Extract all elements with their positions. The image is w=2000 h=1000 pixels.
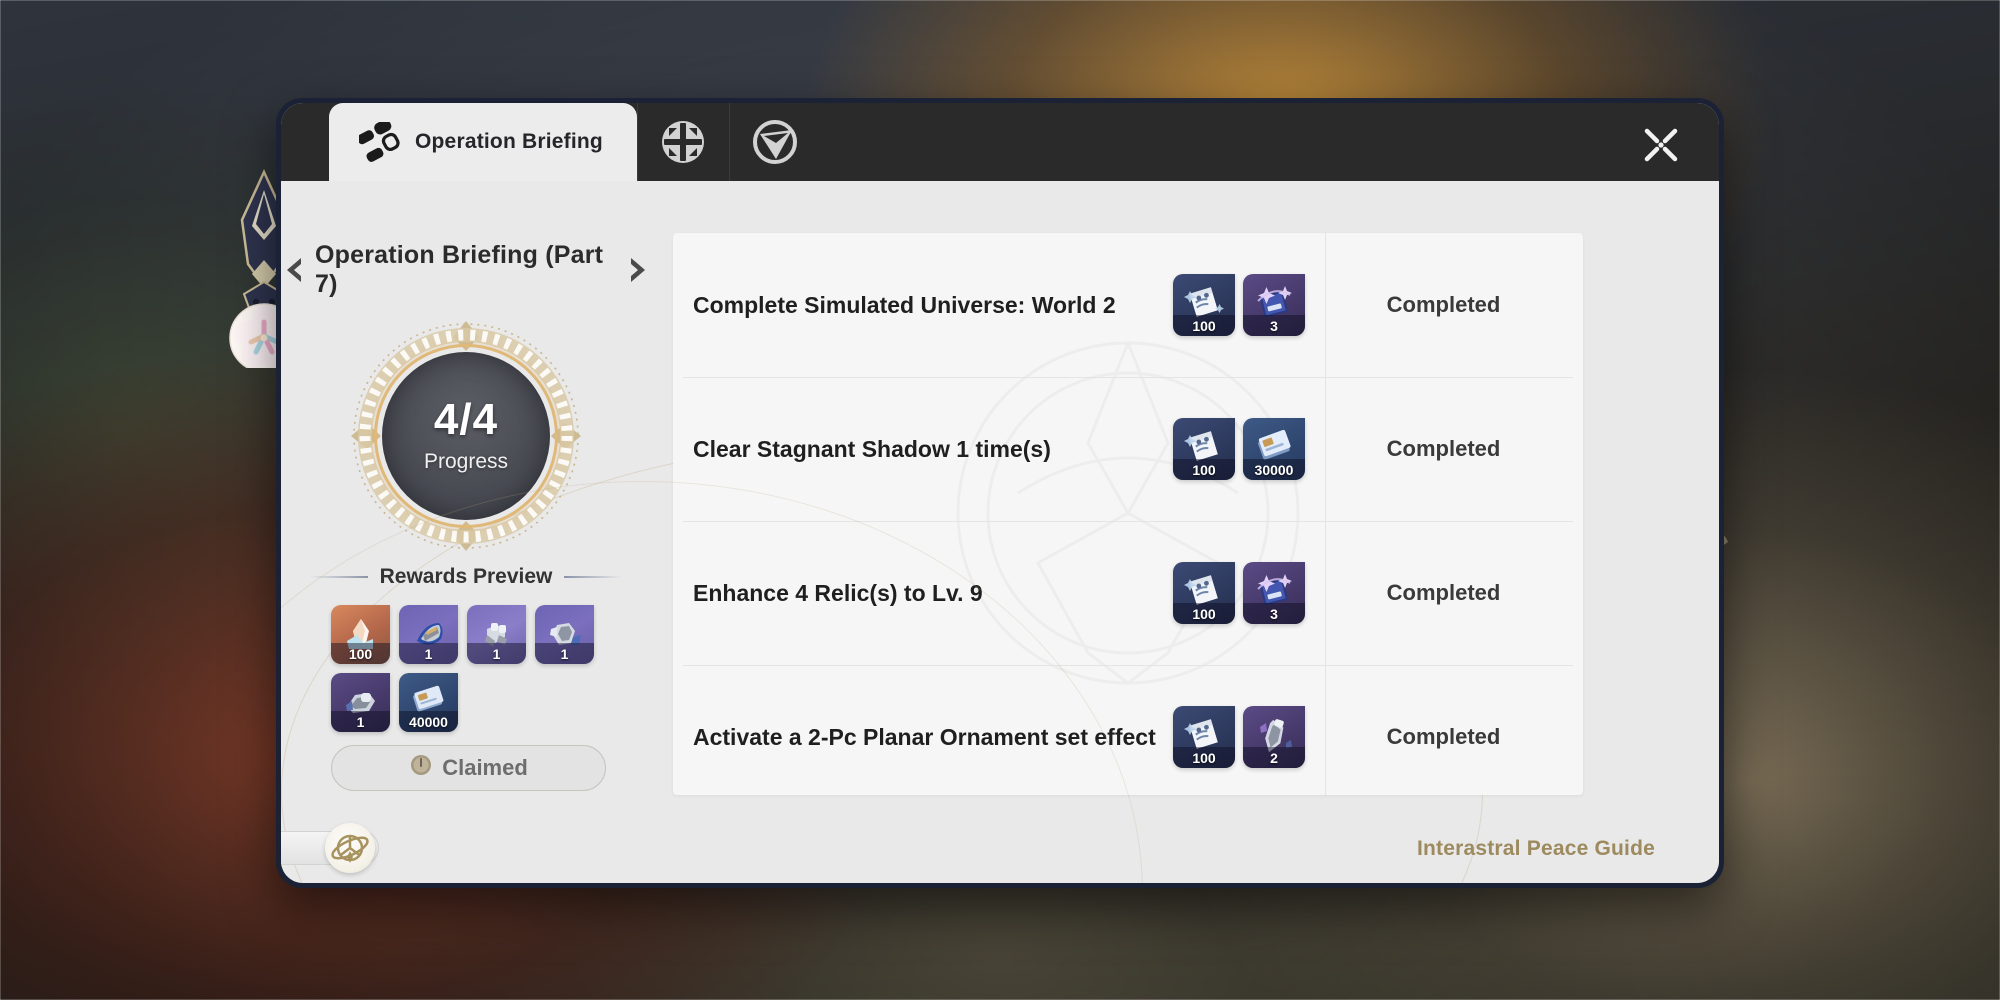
left-panel: Operation Briefing (Part 7): [281, 181, 651, 883]
reward-item[interactable]: 2: [1243, 706, 1305, 768]
status-badge: Completed: [1325, 665, 1561, 795]
window-body: Operation Briefing (Part 7): [281, 181, 1719, 883]
reward-item[interactable]: 100: [1173, 562, 1235, 624]
status-badge: Completed: [1325, 233, 1561, 377]
chevron-right-icon[interactable]: [627, 256, 651, 284]
progress-dial: 4/4 Progress: [351, 321, 581, 551]
rewards-preview-grid: 100 1: [331, 605, 601, 732]
divider-right: [564, 576, 622, 578]
close-button[interactable]: [1633, 117, 1689, 173]
tab-trailblaze[interactable]: [729, 103, 821, 181]
tab-compass[interactable]: [637, 103, 729, 181]
table-row[interactable]: Complete Simulated Universe: World 2: [673, 233, 1583, 377]
chevron-left-icon[interactable]: [281, 256, 305, 284]
reward-item[interactable]: 3: [1243, 274, 1305, 336]
reward-qty: 1: [399, 643, 458, 664]
table-row[interactable]: Activate a 2-Pc Planar Ornament set effe…: [673, 665, 1583, 795]
compass-rose-icon: [660, 119, 706, 165]
reward-item[interactable]: 100: [1173, 706, 1235, 768]
reward-qty: 3: [1243, 315, 1305, 336]
reward-item[interactable]: 1: [331, 673, 390, 732]
task-rewards: 100: [1173, 706, 1305, 768]
planet-orbit-icon[interactable]: [325, 823, 375, 873]
pager: Operation Briefing (Part 7): [281, 241, 651, 299]
reward-qty: 2: [1243, 747, 1305, 768]
reward-item[interactable]: 30000: [1243, 418, 1305, 480]
reward-item[interactable]: 1: [399, 605, 458, 664]
rewards-preview-header: Rewards Preview: [281, 565, 651, 589]
reward-qty: 100: [1173, 315, 1235, 336]
reward-qty: 1: [331, 711, 390, 732]
footnote-label: Interastral Peace Guide: [1417, 837, 1655, 861]
reward-qty: 30000: [1243, 459, 1305, 480]
reward-item[interactable]: 100: [331, 605, 390, 664]
reward-item[interactable]: 1: [467, 605, 526, 664]
rewards-preview-title: Rewards Preview: [380, 565, 553, 589]
tab-operation-briefing[interactable]: Operation Briefing: [329, 103, 637, 181]
pager-title: Operation Briefing (Part 7): [315, 241, 617, 299]
tab-label-operation-briefing: Operation Briefing: [415, 130, 637, 154]
reward-qty: 100: [331, 643, 390, 664]
claim-button[interactable]: Claimed: [331, 745, 606, 791]
briefing-blocks-icon: [329, 122, 415, 162]
trailblaze-arrow-icon: [752, 119, 798, 165]
reward-item[interactable]: 40000: [399, 673, 458, 732]
table-row[interactable]: Clear Stagnant Shadow 1 time(s): [673, 377, 1583, 521]
reward-item[interactable]: 1: [535, 605, 594, 664]
task-rewards: 100: [1173, 562, 1305, 624]
task-rewards: 100: [1173, 418, 1305, 480]
table-row[interactable]: Enhance 4 Relic(s) to Lv. 9: [673, 521, 1583, 665]
status-badge: Completed: [1325, 377, 1561, 521]
reward-item[interactable]: 100: [1173, 418, 1235, 480]
reward-qty: 100: [1173, 459, 1235, 480]
task-list: Complete Simulated Universe: World 2: [673, 233, 1583, 795]
close-x-icon: [1639, 123, 1683, 167]
claim-button-label: Claimed: [442, 755, 528, 781]
task-title: Clear Stagnant Shadow 1 time(s): [693, 434, 1173, 465]
clock-icon: [409, 753, 433, 783]
task-rewards: 100: [1173, 274, 1305, 336]
operation-briefing-window: Operation Briefing: [276, 98, 1724, 888]
reward-qty: 100: [1173, 603, 1235, 624]
reward-qty: 1: [535, 643, 594, 664]
reward-qty: 1: [467, 643, 526, 664]
progress-ring: [374, 344, 558, 528]
status-badge: Completed: [1325, 521, 1561, 665]
reward-item[interactable]: 100: [1173, 274, 1235, 336]
reward-qty: 3: [1243, 603, 1305, 624]
reward-qty: 100: [1173, 747, 1235, 768]
tab-bar: Operation Briefing: [281, 103, 1719, 181]
task-title: Enhance 4 Relic(s) to Lv. 9: [693, 578, 1173, 609]
reward-item[interactable]: 3: [1243, 562, 1305, 624]
task-title: Activate a 2-Pc Planar Ornament set effe…: [693, 722, 1173, 753]
reward-qty: 40000: [399, 711, 458, 732]
divider-left: [310, 576, 368, 578]
task-title: Complete Simulated Universe: World 2: [693, 290, 1173, 321]
